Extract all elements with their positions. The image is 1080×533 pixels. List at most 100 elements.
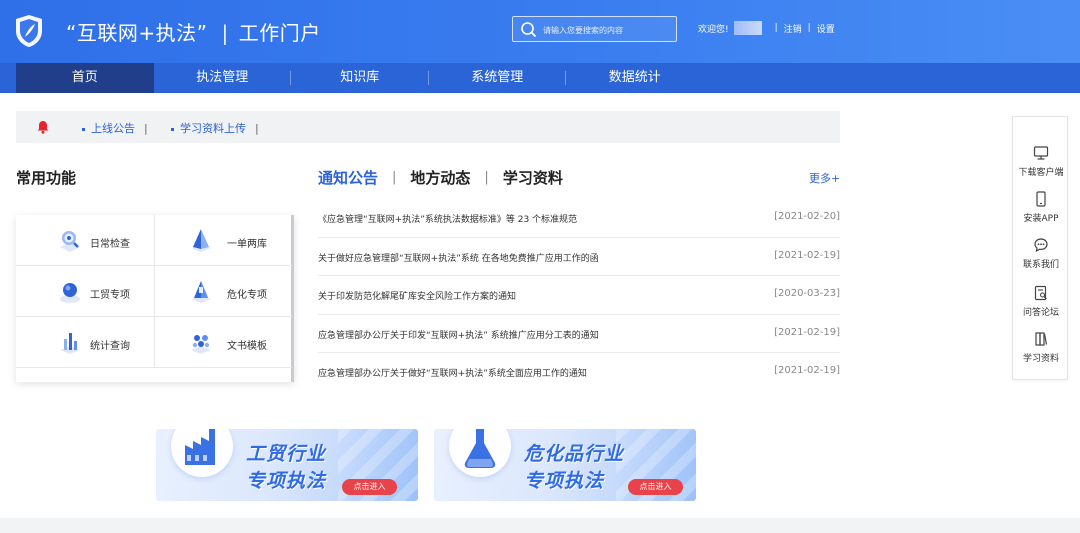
banner-hazardous-chemicals[interactable]: 危化品行业 专项执法 点击进入 [434,429,696,501]
sidebar-item-label: 学习资料 [1022,354,1059,364]
news-title[interactable]: 关于做好应急管理部“互联网+执法”系统 在各地免费推广应用工作的函 [318,251,599,264]
nav-item-statistics[interactable]: 数据统计 [566,63,704,93]
function-label: 文书模板 [227,341,267,352]
banner-icon-circle [449,429,511,477]
sidebar-item-label: 问答论坛 [1022,308,1059,318]
function-label: 危化专项 [227,290,267,301]
function-industry-trade[interactable]: 工贸专项 [16,266,154,317]
function-label: 工贸专项 [90,290,130,301]
banner-icon-circle [171,429,233,477]
tab-local-news[interactable]: 地方动态 [410,167,470,188]
notice-link-upload[interactable]: 学习资料上传 | [171,120,259,136]
news-title[interactable]: 《应急管理“互联网+执法”系统执法数据标准》等 23 个标准规范 [318,212,577,225]
news-date: [2021-02-19] [774,365,840,377]
settings-link[interactable]: 设置 [817,22,835,35]
banner-industry-trade[interactable]: 工贸行业 专项执法 点击进入 [156,429,418,501]
bell-icon [37,121,49,134]
site-title: “互联网+执法” | 工作门户 [66,17,321,46]
notice-link-label[interactable]: 上线公告 [91,122,135,135]
function-label: 日常检查 [90,239,130,250]
cone-icon [191,281,211,303]
monitor-icon [1033,146,1049,160]
footer-band [0,518,1080,533]
search-shield-icon [60,231,80,252]
news-title[interactable]: 关于印发防范化解尾矿库安全风险工作方案的通知 [318,289,516,302]
search-input[interactable] [543,21,671,39]
notice-link-launch[interactable]: 上线公告 | [82,120,148,136]
function-statistics-query[interactable]: 统计查询 [16,317,154,368]
news-date: [2021-02-19] [774,249,840,261]
title-separator: | [221,21,229,45]
sidebar-item-learning-materials[interactable]: 学习资料 [1013,331,1069,371]
bullet [171,127,174,131]
bar-chart-icon [60,333,80,354]
function-document-templates[interactable]: 文书模板 [154,317,292,368]
sidebar-item-label: 安装APP [1023,214,1059,224]
banner-title-line1: 危化品行业 [524,443,625,465]
news-title[interactable]: 应急管理部办公厅关于做好“互联网+执法”系统全面应用工作的通知 [318,366,587,379]
books-icon [1035,332,1048,346]
shield-logo-icon [16,15,42,47]
welcome-text: 欢迎您! [698,24,729,35]
banner-title-line2: 专项执法 [246,470,327,492]
tab-notices[interactable]: 通知公告 [318,167,378,188]
search-icon[interactable] [520,21,537,38]
site-subtitle: 工作门户 [238,21,321,45]
banner-title-line1: 工贸行业 [246,443,327,465]
function-label: 一单两库 [227,239,267,250]
main-nav: 首页 执法管理 知识库 系统管理 数据统计 [0,63,1080,93]
tab-learning-materials[interactable]: 学习资料 [503,167,563,188]
news-title[interactable]: 应急管理部办公厅关于印发“互联网+执法” 系统推广应用分工表的通知 [318,328,599,341]
cubes-icon [191,335,211,354]
notice-bar: 上线公告 | 学习资料上传 | [16,111,840,143]
phone-icon [1036,191,1046,207]
functions-panel: 日常检查 一单两库 工贸专项 危化专项 统计查询 文书模板 [16,215,294,382]
news-date: [2021-02-20] [774,211,840,222]
avatar[interactable] [733,21,762,35]
user-area: 欢迎您! | 注销 | 设置 [698,21,835,35]
news-item[interactable]: 应急管理部办公厅关于做好“互联网+执法”系统全面应用工作的通知 [2021-02… [318,353,840,392]
banner-title-line2: 专项执法 [524,470,605,492]
search-box[interactable] [512,16,677,42]
nav-item-system[interactable]: 系统管理 [429,63,567,93]
sidebar-item-qa-forum[interactable]: 问答论坛 [1013,285,1069,325]
function-one-list-two-libs[interactable]: 一单两库 [154,215,292,266]
enter-button[interactable]: 点击进入 [342,479,397,495]
site-title-main: “互联网+执法” [66,21,208,45]
sidebar-item-contact-us[interactable]: 联系我们 [1013,237,1069,277]
globe-icon [60,283,80,303]
news-list: 《应急管理“互联网+执法”系统执法数据标准》等 23 个标准规范 [2021-0… [318,199,840,392]
news-tabs: 通知公告 | 地方动态 | 学习资料 [318,167,563,188]
factory-icon [185,429,215,465]
divider: | [255,122,259,135]
news-date: [2021-02-19] [774,326,840,338]
section-title-functions: 常用功能 [16,169,77,187]
news-item[interactable]: 关于做好应急管理部“互联网+执法”系统 在各地免费推广应用工作的函 [2021-… [318,238,840,277]
notice-link-label[interactable]: 学习资料上传 [180,122,246,135]
pyramid-icon [191,229,211,252]
divider: | [392,170,397,185]
function-daily-inspection[interactable]: 日常检查 [16,215,154,266]
chat-icon [1034,238,1048,253]
nav-item-home[interactable]: 首页 [16,63,154,93]
news-item[interactable]: 《应急管理“互联网+执法”系统执法数据标准》等 23 个标准规范 [2021-0… [318,199,840,238]
sidebar-item-download-client[interactable]: 下载客户端 [1013,145,1069,185]
news-item[interactable]: 应急管理部办公厅关于印发“互联网+执法” 系统推广应用分工表的通知 [2021-… [318,315,840,354]
sidebar-item-install-app[interactable]: 安装APP [1013,191,1069,231]
function-hazardous-chemicals[interactable]: 危化专项 [154,266,292,317]
logout-link[interactable]: 注销 [784,22,802,35]
header: “互联网+执法” | 工作门户 欢迎您! | 注销 | 设置 [0,0,1080,63]
divider: | [807,23,811,33]
function-label: 统计查询 [90,341,130,352]
nav-item-knowledge[interactable]: 知识库 [291,63,429,93]
divider: | [484,170,489,185]
divider: | [774,23,778,33]
bullet [82,127,85,131]
news-item[interactable]: 关于印发防范化解尾矿库安全风险工作方案的通知 [2020-03-23] [318,276,840,315]
nav-item-enforcement[interactable]: 执法管理 [154,63,292,93]
divider: | [144,122,148,135]
more-link[interactable]: 更多+ [809,170,840,186]
enter-button[interactable]: 点击进入 [628,479,683,495]
forum-icon [1034,285,1047,301]
flask-icon [464,429,496,468]
